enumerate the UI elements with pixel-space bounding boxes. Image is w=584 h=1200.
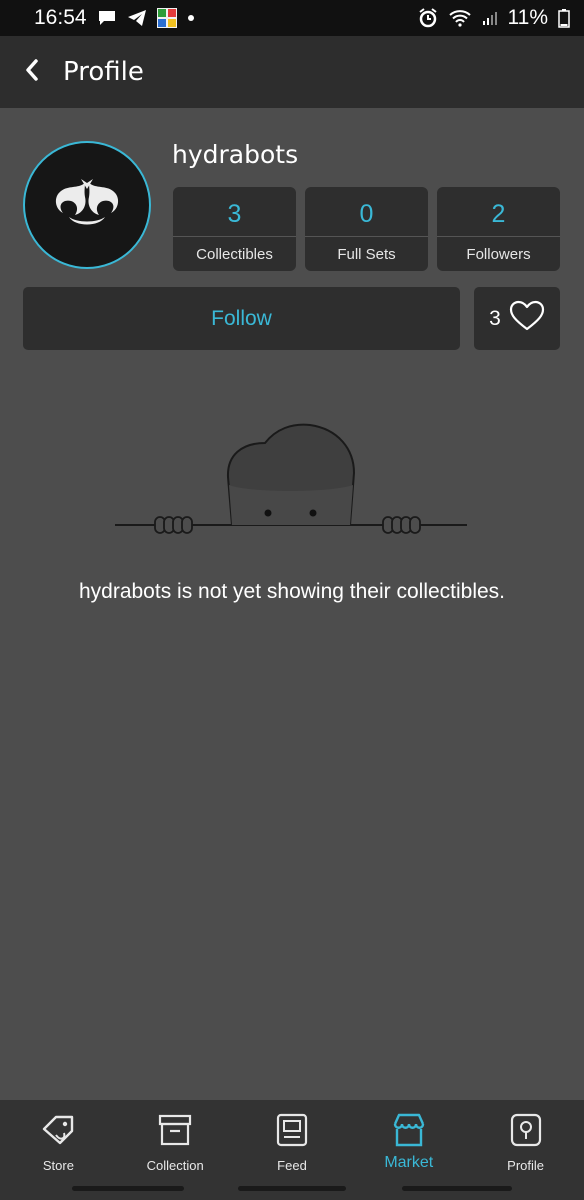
- nav-label: Feed: [277, 1158, 307, 1173]
- tag-icon: [38, 1110, 78, 1150]
- peeking-character-illustration: [115, 423, 467, 534]
- nav-item-collection[interactable]: Collection: [117, 1100, 234, 1178]
- system-gesture-bar: [0, 1186, 584, 1194]
- status-time: 16:54: [34, 6, 87, 29]
- nav-item-feed[interactable]: Feed: [234, 1100, 351, 1178]
- stat-label: Followers: [466, 246, 531, 263]
- stat-full-sets[interactable]: 0 Full Sets: [305, 187, 428, 271]
- status-left: 16:54: [34, 6, 195, 30]
- alarm-icon: [418, 8, 438, 28]
- gesture-handle[interactable]: [238, 1186, 346, 1191]
- stat-followers[interactable]: 2 Followers: [437, 187, 560, 271]
- like-button[interactable]: 3: [474, 287, 560, 350]
- stat-label: Full Sets: [337, 246, 396, 263]
- stat-value: 2: [437, 187, 560, 237]
- likes-count: 3: [489, 306, 501, 330]
- stat-label: Collectibles: [196, 246, 273, 263]
- nav-item-profile[interactable]: Profile: [467, 1100, 584, 1178]
- gesture-handle[interactable]: [402, 1186, 512, 1191]
- wifi-icon: [448, 9, 472, 27]
- game-app-icon: [156, 8, 177, 28]
- gesture-handle[interactable]: [72, 1186, 184, 1191]
- status-bar: 16:54 11%: [0, 0, 584, 36]
- telegram-icon: [127, 9, 147, 27]
- username: hydrabots: [172, 140, 299, 169]
- stat-value: 3: [173, 187, 296, 237]
- empty-state-message: hydrabots is not yet showing their colle…: [78, 580, 506, 603]
- feed-card-icon: [272, 1110, 312, 1150]
- stat-value: 0: [305, 187, 428, 237]
- chevron-left-icon: [24, 58, 40, 87]
- archive-box-icon: [155, 1110, 195, 1150]
- follow-button[interactable]: Follow: [23, 287, 460, 350]
- dot-icon: [187, 14, 195, 22]
- signal-icon: [482, 10, 498, 26]
- avatar[interactable]: [23, 141, 151, 269]
- page-title: Profile: [63, 57, 144, 87]
- nav-label: Store: [42, 1158, 74, 1173]
- app-bar: Profile: [0, 36, 584, 108]
- battery-icon: [558, 8, 570, 28]
- battery-text: 11%: [507, 6, 548, 29]
- bottom-nav: Store Collection Feed Market Profile: [0, 1100, 584, 1200]
- nav-item-market[interactable]: Market: [350, 1100, 467, 1178]
- storefront-icon: [389, 1110, 429, 1150]
- message-icon: [97, 9, 117, 27]
- hydra-logo-icon: [55, 179, 119, 225]
- heart-icon: [509, 300, 545, 338]
- status-right: 11%: [418, 6, 570, 30]
- stat-collectibles[interactable]: 3 Collectibles: [173, 187, 296, 271]
- nav-label: Profile: [507, 1158, 545, 1173]
- nav-label: Collection: [146, 1158, 204, 1173]
- profile-pin-icon: [506, 1110, 546, 1150]
- nav-label: Market: [384, 1154, 434, 1171]
- nav-item-store[interactable]: Store: [0, 1100, 117, 1178]
- back-button[interactable]: [4, 36, 60, 108]
- profile-stats: 3 Collectibles 0 Full Sets 2 Followers: [173, 187, 560, 271]
